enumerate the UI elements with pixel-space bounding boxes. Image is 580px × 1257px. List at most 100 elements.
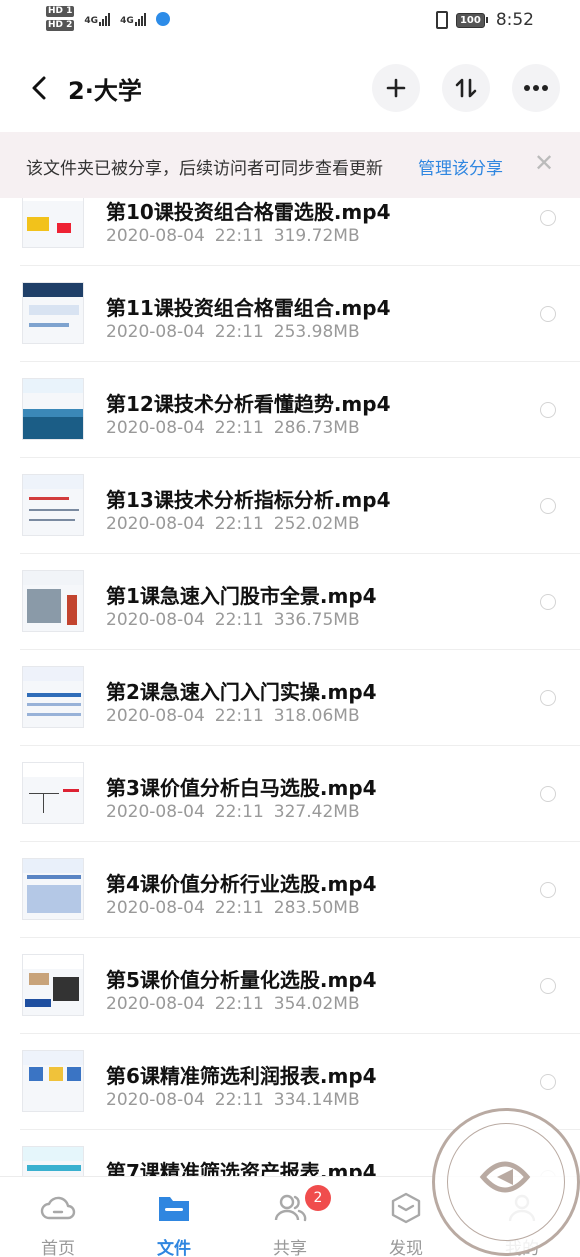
file-time: 22:11 xyxy=(214,514,264,534)
file-date: 2020-08-04 xyxy=(106,418,205,438)
video-thumbnail xyxy=(22,954,84,1016)
file-meta: 2020-08-04 22:11 336.75MB xyxy=(106,610,370,630)
file-meta: 2020-08-04 22:11 283.50MB xyxy=(106,898,370,918)
file-size: 286.73MB xyxy=(273,418,360,438)
tab-files[interactable]: 文件 xyxy=(116,1177,232,1257)
file-date: 2020-08-04 xyxy=(106,610,205,630)
file-row[interactable]: 第10课投资组合格雷选股.mp4 2020-08-04 22:11 319.72MB xyxy=(0,196,580,266)
file-size: 252.02MB xyxy=(273,514,360,534)
video-thumbnail xyxy=(22,378,84,440)
signal-icon-1: 4G xyxy=(84,12,111,26)
tab-files-label: 文件 xyxy=(157,1239,191,1257)
file-meta: 2020-08-04 22:11 318.06MB xyxy=(106,706,370,726)
file-name: 第6课精准筛选利润报表.mp4 xyxy=(106,1064,377,1088)
select-radio[interactable] xyxy=(540,306,556,322)
file-name: 第11课投资组合格雷组合.mp4 xyxy=(106,296,391,320)
file-name: 第5课价值分析量化选股.mp4 xyxy=(106,968,377,992)
manage-share-link[interactable]: 管理该分享 xyxy=(418,154,503,179)
file-time: 22:11 xyxy=(214,322,264,342)
back-icon[interactable] xyxy=(26,72,54,104)
more-icon xyxy=(524,85,548,91)
header: 2·大学 xyxy=(0,58,580,118)
file-date: 2020-08-04 xyxy=(106,706,205,726)
file-row[interactable]: 第2课急速入门入门实操.mp4 2020-08-04 22:11 318.06MB xyxy=(0,650,580,746)
more-button[interactable] xyxy=(512,64,560,112)
file-name: 第12课技术分析看懂趋势.mp4 xyxy=(106,392,391,416)
file-meta: 2020-08-04 22:11 319.72MB xyxy=(106,226,370,246)
video-thumbnail xyxy=(22,570,84,632)
file-meta: 2020-08-04 22:11 354.02MB xyxy=(106,994,370,1014)
file-name: 第4课价值分析行业选股.mp4 xyxy=(106,872,377,896)
select-radio[interactable] xyxy=(540,690,556,706)
file-size: 283.50MB xyxy=(273,898,360,918)
select-radio[interactable] xyxy=(540,594,556,610)
close-icon[interactable]: ✕ xyxy=(534,149,554,177)
app-notification-icon xyxy=(155,11,170,26)
file-row[interactable]: 第4课价值分析行业选股.mp4 2020-08-04 22:11 283.50MB xyxy=(0,842,580,938)
plus-icon xyxy=(386,78,406,98)
file-meta: 2020-08-04 22:11 327.42MB xyxy=(106,802,370,822)
file-meta: 2020-08-04 22:11 253.98MB xyxy=(106,322,370,342)
file-row[interactable]: 第12课技术分析看懂趋势.mp4 2020-08-04 22:11 286.73MB xyxy=(0,362,580,458)
file-row[interactable]: 第3课价值分析白马选股.mp4 2020-08-04 22:11 327.42MB xyxy=(0,746,580,842)
folder-icon xyxy=(159,1197,189,1221)
file-name: 第7课精准筛选资产报表.mp4 xyxy=(106,1160,377,1176)
cloud-icon xyxy=(40,1196,76,1220)
file-size: 319.72MB xyxy=(273,226,360,246)
share-banner: 该文件夹已被分享，后续访问者可同步查看更新 管理该分享 ✕ xyxy=(0,132,580,198)
file-time: 22:11 xyxy=(214,418,264,438)
file-name: 第10课投资组合格雷选股.mp4 xyxy=(106,200,391,224)
file-row[interactable]: 第1课急速入门股市全景.mp4 2020-08-04 22:11 336.75MB xyxy=(0,554,580,650)
video-thumbnail xyxy=(22,1050,84,1112)
tab-share[interactable]: 共享 xyxy=(232,1177,348,1257)
status-left: HD 1 HD 2 4G 4G xyxy=(46,6,170,31)
file-date: 2020-08-04 xyxy=(106,226,205,246)
page-title: 2·大学 xyxy=(68,77,142,105)
select-radio[interactable] xyxy=(540,978,556,994)
hd-badge-1: HD 1 xyxy=(46,6,75,17)
tab-discover-label: 发现 xyxy=(389,1239,423,1257)
watermark-logo-icon xyxy=(479,1161,531,1193)
file-time: 22:11 xyxy=(214,1090,264,1110)
file-size: 336.75MB xyxy=(273,610,360,630)
file-time: 22:11 xyxy=(214,802,264,822)
file-size: 327.42MB xyxy=(273,802,360,822)
select-radio[interactable] xyxy=(540,882,556,898)
file-date: 2020-08-04 xyxy=(106,1090,205,1110)
select-radio[interactable] xyxy=(540,786,556,802)
file-row[interactable]: 第13课技术分析指标分析.mp4 2020-08-04 22:11 252.02MB xyxy=(0,458,580,554)
file-time: 22:11 xyxy=(214,994,264,1014)
add-button[interactable] xyxy=(372,64,420,112)
people-icon xyxy=(274,1194,307,1222)
file-time: 22:11 xyxy=(214,226,264,246)
file-meta: 2020-08-04 22:11 286.73MB xyxy=(106,418,370,438)
tab-share-label: 共享 xyxy=(273,1239,307,1257)
select-radio[interactable] xyxy=(540,498,556,514)
vibrate-icon xyxy=(435,11,448,29)
select-radio[interactable] xyxy=(540,210,556,226)
sort-button[interactable] xyxy=(442,64,490,112)
signal-icon-2: 4G xyxy=(120,12,146,26)
video-thumbnail xyxy=(22,858,84,920)
file-size: 334.14MB xyxy=(273,1090,360,1110)
video-thumbnail xyxy=(22,762,84,824)
file-meta: 2020-08-04 22:11 334.14MB xyxy=(106,1090,370,1110)
file-size: 354.02MB xyxy=(273,994,360,1014)
share-badge: 2 xyxy=(305,1185,331,1211)
video-thumbnail xyxy=(22,1146,84,1176)
file-date: 2020-08-04 xyxy=(106,514,205,534)
tab-home[interactable]: 首页 xyxy=(0,1177,116,1257)
file-row[interactable]: 第5课价值分析量化选股.mp4 2020-08-04 22:11 354.02MB xyxy=(0,938,580,1034)
file-date: 2020-08-04 xyxy=(106,322,205,342)
video-thumbnail xyxy=(22,666,84,728)
video-thumbnail xyxy=(22,474,84,536)
select-radio[interactable] xyxy=(540,1074,556,1090)
cube-icon xyxy=(391,1192,421,1224)
status-bar: HD 1 HD 2 4G 4G 100 8:52 xyxy=(0,0,580,44)
file-row[interactable]: 第11课投资组合格雷组合.mp4 2020-08-04 22:11 253.98MB xyxy=(0,266,580,362)
file-name: 第2课急速入门入门实操.mp4 xyxy=(106,680,377,704)
select-radio[interactable] xyxy=(540,402,556,418)
tab-home-label: 首页 xyxy=(41,1239,75,1257)
video-thumbnail xyxy=(22,196,84,248)
status-time: 8:52 xyxy=(495,10,534,30)
